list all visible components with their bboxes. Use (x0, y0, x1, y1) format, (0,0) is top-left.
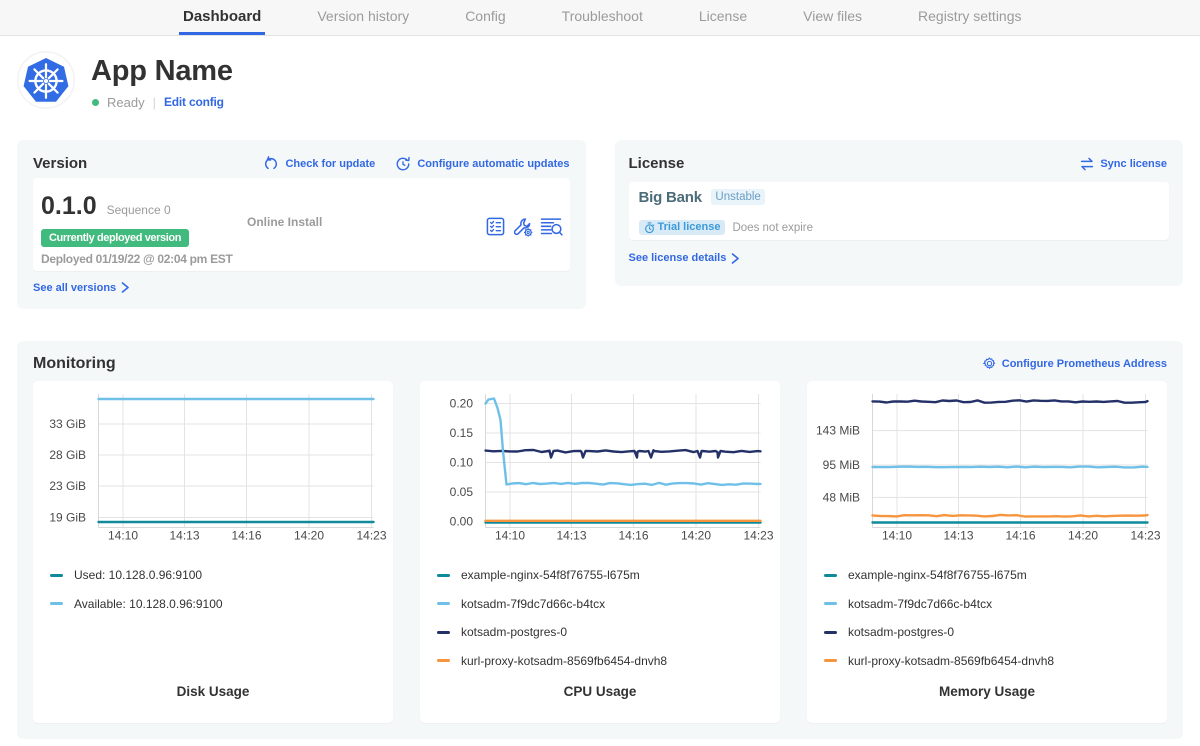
svg-text:14:16: 14:16 (1005, 529, 1035, 543)
svg-text:0.20: 0.20 (450, 397, 474, 411)
svg-text:14:10: 14:10 (495, 529, 525, 543)
svg-text:14:13: 14:13 (943, 529, 973, 543)
svg-text:19 GiB: 19 GiB (49, 511, 86, 525)
svg-text:14:16: 14:16 (618, 529, 648, 543)
svg-text:14:20: 14:20 (681, 529, 711, 543)
svg-text:14:10: 14:10 (882, 529, 912, 543)
svg-text:14:13: 14:13 (556, 529, 586, 543)
svg-text:14:23: 14:23 (743, 529, 773, 543)
svg-text:0.10: 0.10 (450, 456, 474, 470)
svg-text:0.05: 0.05 (450, 485, 474, 499)
svg-text:14:16: 14:16 (231, 529, 261, 543)
svg-text:0.15: 0.15 (450, 426, 474, 440)
svg-text:14:23: 14:23 (1130, 529, 1160, 543)
svg-text:14:20: 14:20 (294, 529, 324, 543)
svg-text:14:23: 14:23 (356, 529, 386, 543)
svg-text:33 GiB: 33 GiB (49, 417, 86, 431)
svg-text:0.00: 0.00 (450, 515, 474, 529)
svg-text:28 GiB: 28 GiB (49, 448, 86, 462)
svg-text:48 MiB: 48 MiB (823, 490, 860, 504)
svg-text:14:13: 14:13 (169, 529, 199, 543)
svg-text:23 GiB: 23 GiB (49, 479, 86, 493)
svg-text:95 MiB: 95 MiB (823, 458, 860, 472)
svg-text:14:10: 14:10 (108, 529, 138, 543)
svg-text:14:20: 14:20 (1068, 529, 1098, 543)
svg-text:143 MiB: 143 MiB (816, 424, 860, 438)
